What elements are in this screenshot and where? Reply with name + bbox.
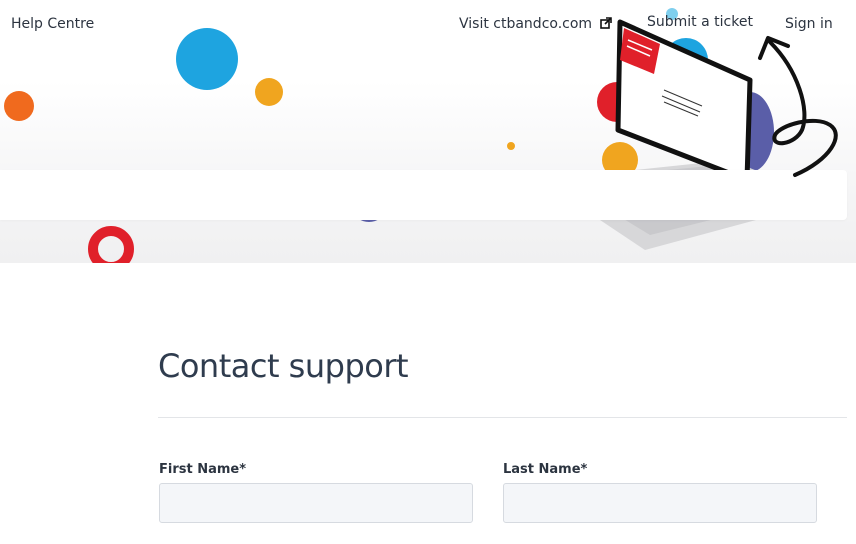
decor-yellow-circle bbox=[255, 78, 283, 106]
arrow-doodle-icon bbox=[758, 36, 838, 177]
top-navigation: Help Centre Visit ctbandco.com Submit a … bbox=[0, 0, 856, 50]
visit-site-link[interactable]: Visit ctbandco.com bbox=[459, 16, 612, 32]
first-name-input[interactable] bbox=[159, 483, 473, 523]
external-link-icon bbox=[599, 17, 612, 29]
search-bar[interactable] bbox=[0, 170, 847, 220]
visit-site-label: Visit ctbandco.com bbox=[459, 16, 593, 32]
hero-banner: Help Centre Visit ctbandco.com Submit a … bbox=[0, 0, 856, 263]
contact-form-section: Contact support First Name* Last Name* bbox=[0, 263, 856, 544]
last-name-input[interactable] bbox=[503, 483, 817, 523]
submit-ticket-link[interactable]: Submit a ticket bbox=[647, 14, 753, 30]
decor-orange-circle bbox=[4, 91, 34, 121]
last-name-label: Last Name* bbox=[503, 462, 588, 477]
page-title: Contact support bbox=[158, 347, 409, 385]
decor-red-ring bbox=[88, 226, 134, 263]
help-centre-link[interactable]: Help Centre bbox=[11, 16, 94, 32]
title-divider bbox=[158, 417, 847, 418]
first-name-label: First Name* bbox=[159, 462, 247, 477]
